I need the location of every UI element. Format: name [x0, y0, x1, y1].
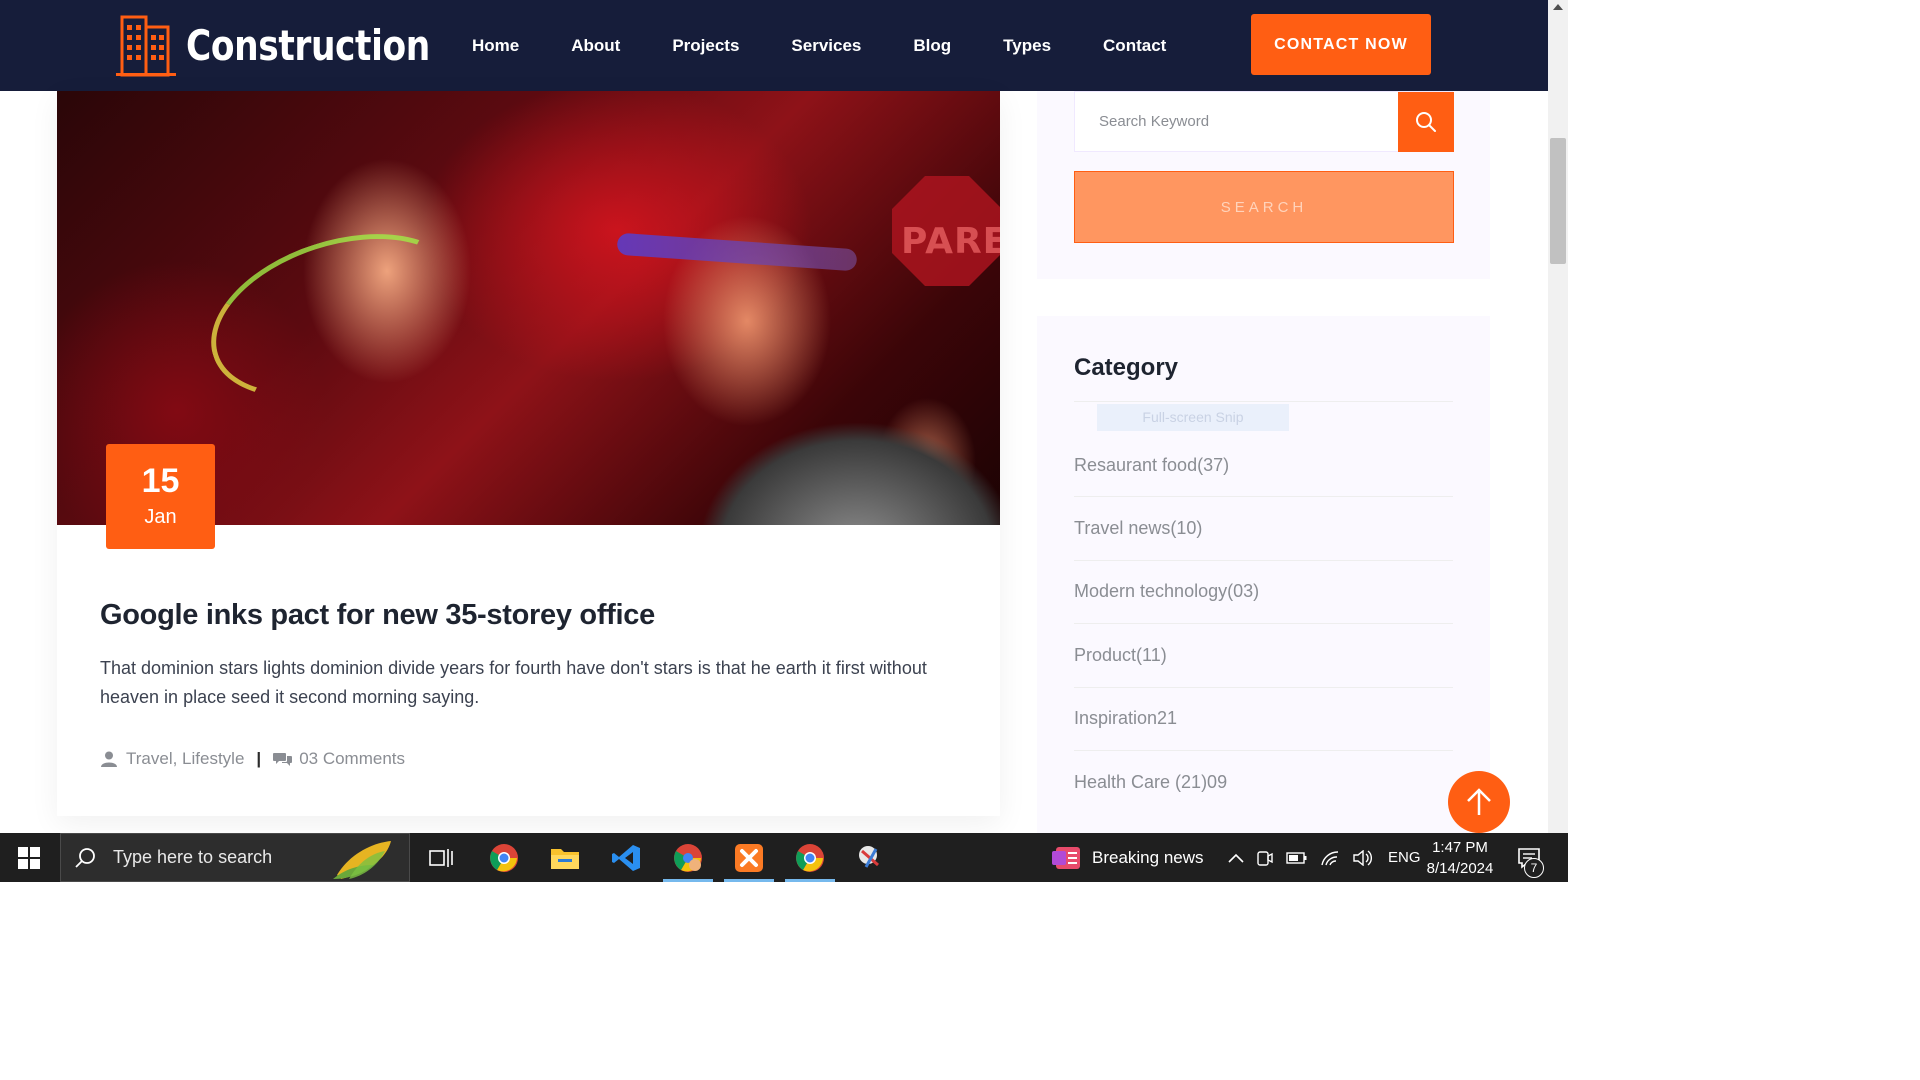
news-widget[interactable]: Breaking news — [1052, 833, 1204, 882]
post-comments[interactable]: 03 Comments — [299, 749, 405, 769]
notification-count-badge: 7 — [1524, 858, 1544, 878]
category-item: Modern technology(03) — [1074, 561, 1453, 625]
category-link[interactable]: Modern technology(03) — [1074, 581, 1259, 602]
category-item: Health Care (21)09 — [1074, 751, 1453, 814]
taskbar-chrome-2[interactable] — [785, 833, 835, 882]
brand-name: Construction — [186, 20, 430, 70]
taskbar-xampp[interactable] — [724, 833, 774, 882]
windows-logo-icon — [18, 846, 40, 869]
volume-icon[interactable] — [1352, 849, 1372, 866]
battery-icon[interactable] — [1286, 851, 1308, 865]
image-sign-text: PARE — [901, 221, 1000, 262]
xampp-icon — [735, 843, 763, 872]
scrollbar-thumb[interactable] — [1550, 138, 1566, 264]
category-item: Inspiration21 — [1074, 688, 1453, 751]
post-meta: Travel, Lifestyle | 03 Comments — [100, 749, 405, 769]
nav-contact[interactable]: Contact — [1103, 36, 1166, 56]
category-link[interactable]: Inspiration21 — [1074, 708, 1177, 729]
main-nav: Home About Projects Services Blog Types … — [472, 0, 1218, 91]
taskbar-chrome-profile[interactable] — [663, 833, 713, 882]
nav-types[interactable]: Types — [1003, 36, 1051, 56]
arrow-up-icon — [1467, 788, 1491, 815]
news-icon — [1052, 846, 1080, 869]
user-icon — [100, 751, 118, 767]
taskbar-clock[interactable]: 1:47 PM 8/14/2024 — [1418, 837, 1502, 879]
clock-date: 8/14/2024 — [1426, 860, 1494, 877]
post-tags[interactable]: Travel, Lifestyle — [126, 749, 244, 769]
news-label: Breaking news — [1092, 847, 1204, 867]
chrome-icon — [490, 843, 518, 872]
chrome-icon — [796, 843, 824, 872]
nav-services[interactable]: Services — [791, 36, 861, 56]
search-box — [1074, 91, 1454, 152]
language-indicator[interactable]: ENG — [1388, 849, 1421, 866]
meta-separator: | — [256, 749, 262, 768]
blog-post-card: PARE 15 Jan Google inks pact for new 35-… — [57, 91, 1000, 816]
contact-now-button[interactable]: CONTACT NOW — [1251, 14, 1431, 75]
comments-icon — [273, 751, 293, 767]
search-submit-button[interactable]: SEARCH — [1074, 171, 1454, 243]
taskbar-search-placeholder: Type here to search — [113, 847, 273, 867]
nav-projects[interactable]: Projects — [672, 36, 739, 56]
taskbar-snipping-tool[interactable] — [846, 833, 896, 882]
post-date-month: Jan — [144, 506, 177, 528]
task-view-icon — [429, 848, 453, 867]
nav-home[interactable]: Home — [472, 36, 519, 56]
divider — [1074, 401, 1453, 402]
category-title: Category — [1074, 354, 1179, 381]
folder-icon — [551, 848, 579, 869]
search-widget: SEARCH — [1037, 91, 1490, 279]
back-to-top-button[interactable] — [1448, 771, 1510, 833]
windows-taskbar: Type here to search Breaking news ENG 1:… — [0, 833, 1568, 882]
taskbar-chrome[interactable] — [479, 833, 529, 882]
category-item: Product(11) — [1074, 624, 1453, 688]
chrome-icon — [674, 843, 702, 872]
clock-time: 1:47 PM — [1432, 839, 1488, 856]
system-tray: ENG — [1228, 833, 1421, 882]
image-detail — [697, 421, 1000, 525]
category-link[interactable]: Health Care (21)09 — [1074, 772, 1227, 793]
snip-overlay-label: Full-screen Snip — [1097, 404, 1289, 431]
category-item: Resaurant food(37) — [1074, 434, 1453, 498]
search-icon-button[interactable] — [1398, 92, 1454, 152]
search-icon — [75, 847, 95, 868]
taskbar-file-explorer[interactable] — [540, 833, 590, 882]
post-excerpt: That dominion stars lights dominion divi… — [100, 658, 927, 707]
search-icon — [1416, 112, 1436, 132]
scroll-up-arrow-icon[interactable] — [1553, 4, 1563, 10]
vscode-icon — [612, 844, 640, 871]
category-link[interactable]: Product(11) — [1074, 645, 1167, 666]
category-link[interactable]: Resaurant food(37) — [1074, 455, 1229, 476]
site-logo[interactable]: Construction — [116, 12, 483, 78]
page-scrollbar[interactable] — [1548, 0, 1568, 833]
task-view-button[interactable] — [416, 833, 466, 882]
building-icon — [116, 13, 176, 77]
meet-now-icon[interactable] — [1256, 849, 1274, 867]
post-title[interactable]: Google inks pact for new 35-storey offic… — [100, 599, 655, 632]
post-date-day: 15 — [141, 462, 180, 500]
nav-about[interactable]: About — [571, 36, 620, 56]
category-item: Travel news(10) — [1074, 497, 1453, 561]
chevron-up-icon[interactable] — [1228, 853, 1244, 863]
search-input[interactable] — [1075, 92, 1398, 151]
category-link[interactable]: Travel news(10) — [1074, 518, 1202, 539]
category-widget: Category Full-screen Snip Resaurant food… — [1037, 316, 1490, 833]
wifi-icon[interactable] — [1320, 850, 1340, 866]
image-detail — [190, 204, 484, 428]
nav-blog[interactable]: Blog — [913, 36, 951, 56]
taskbar-search-box[interactable]: Type here to search — [60, 833, 410, 882]
corn-icon — [333, 840, 391, 879]
taskbar-vscode[interactable] — [601, 833, 651, 882]
category-list: Resaurant food(37) Travel news(10) Moder… — [1074, 434, 1453, 814]
post-date-badge: 15 Jan — [106, 444, 215, 549]
snipping-tool-icon — [859, 845, 879, 868]
image-detail — [616, 232, 858, 272]
start-button[interactable] — [0, 833, 58, 882]
site-header: Construction Home About Projects Service… — [0, 0, 1548, 91]
